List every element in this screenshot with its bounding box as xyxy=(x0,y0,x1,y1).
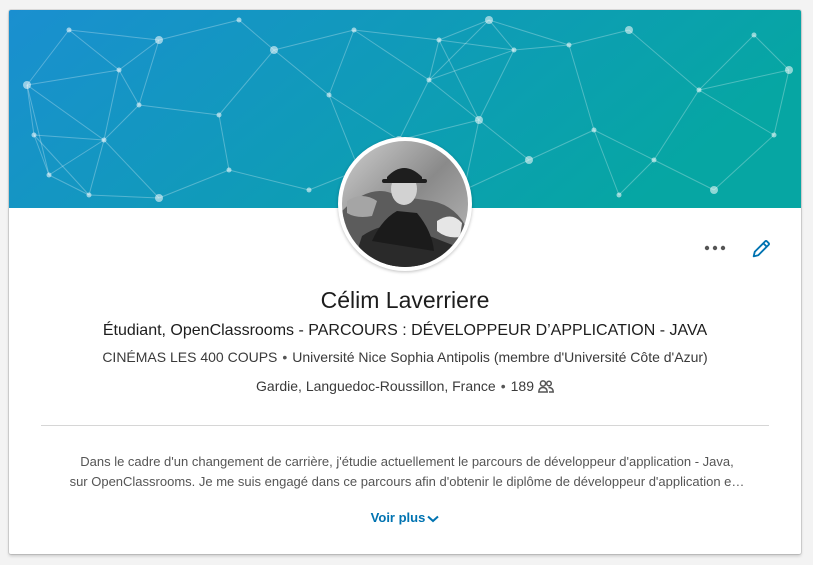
summary-line: sur OpenClassrooms. Je me suis engagé da… xyxy=(69,474,745,489)
summary-line: Dans le cadre d'un changement de carrièr… xyxy=(80,454,734,469)
pencil-icon xyxy=(752,240,770,258)
see-more-label: Voir plus xyxy=(370,510,426,525)
profile-card: Célim Laverriere Étudiant, OpenClassroom… xyxy=(9,10,801,554)
school-link[interactable]: Université Nice Sophia Antipolis (membre… xyxy=(292,349,707,365)
more-actions-button[interactable] xyxy=(701,236,729,260)
profile-photo[interactable] xyxy=(338,137,472,271)
separator-dot: • xyxy=(282,349,288,365)
edit-profile-button[interactable] xyxy=(748,236,774,262)
profile-org-line: CINÉMAS LES 400 COUPS • Université Nice So… xyxy=(9,348,801,366)
chevron-down-icon xyxy=(427,515,439,523)
section-divider xyxy=(41,425,769,426)
profile-summary: Dans le cadre d'un changement de carrièr… xyxy=(45,452,769,492)
profile-name: Célim Laverriere xyxy=(320,287,490,313)
separator-dot: • xyxy=(500,378,506,394)
connections-link[interactable]: 189 xyxy=(511,378,554,394)
see-more-button[interactable]: Voir plus xyxy=(9,510,801,525)
connections-count: 189 xyxy=(510,378,534,394)
location-text: Gardie, Languedoc-Roussillon, France xyxy=(256,378,496,394)
people-icon xyxy=(537,380,554,393)
profile-location-line: Gardie, Languedoc-Roussillon, France • 189 xyxy=(9,377,801,395)
current-company-link[interactable]: CINÉMAS LES 400 COUPS xyxy=(102,349,277,365)
more-horizontal-icon xyxy=(704,245,726,251)
profile-headline: Étudiant, OpenClassrooms - PARCOURS : DÉ… xyxy=(102,322,708,339)
